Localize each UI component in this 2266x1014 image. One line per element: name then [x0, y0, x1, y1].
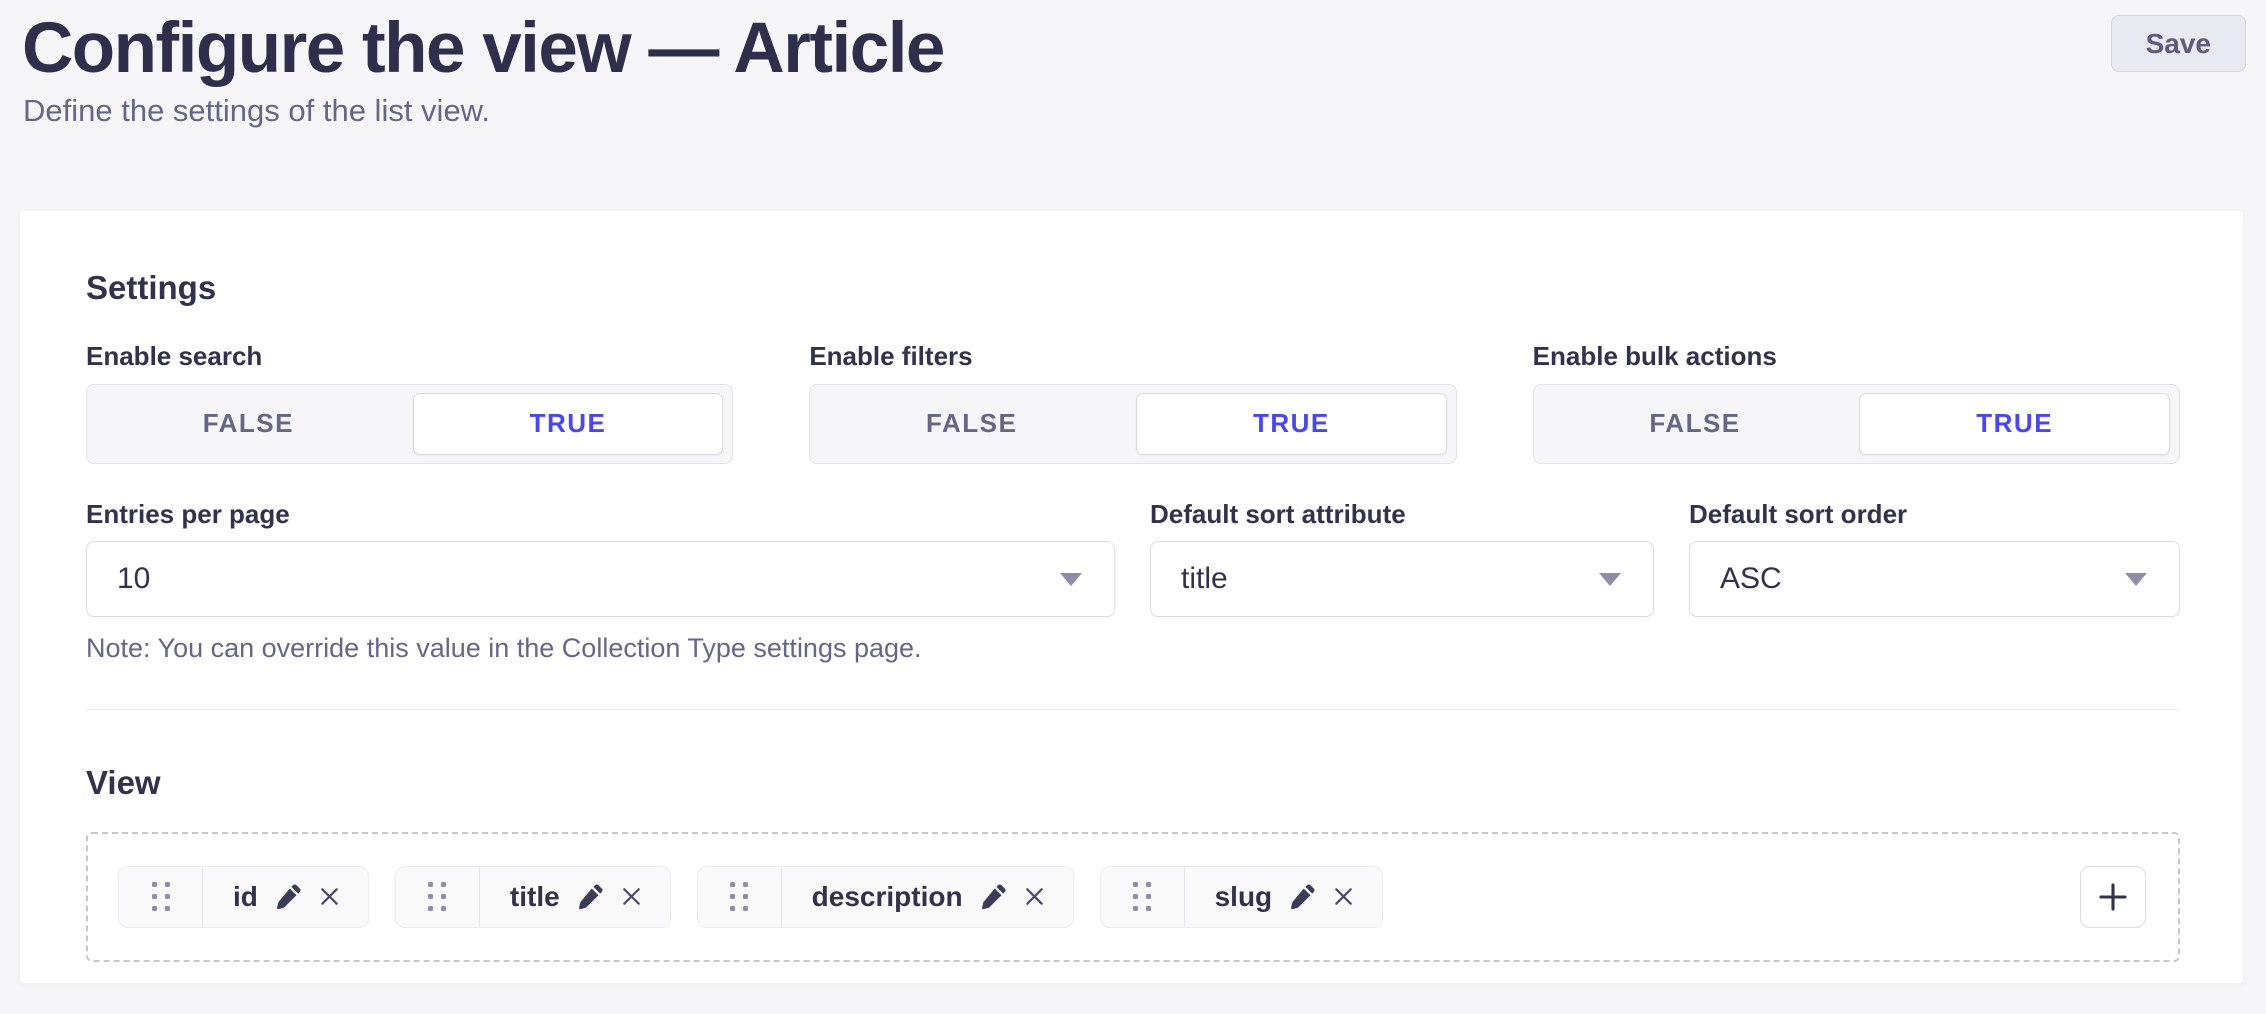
- toggle-field-enable-filters: Enable filters FALSE TRUE: [809, 342, 1456, 464]
- default-sort-attribute-select[interactable]: title: [1150, 541, 1654, 617]
- section-divider: [86, 709, 2180, 710]
- enable-search-label: Enable search: [86, 342, 733, 371]
- caret-down-icon: [1060, 573, 1082, 586]
- entries-per-page-note: Note: You can override this value in the…: [86, 632, 2180, 664]
- enable-filters-label: Enable filters: [809, 342, 1456, 371]
- enable-bulk-actions-toggle: FALSE TRUE: [1533, 384, 2180, 464]
- drag-handle-icon[interactable]: [396, 867, 480, 927]
- close-icon: [318, 885, 341, 908]
- field-chip-label: description: [812, 883, 963, 911]
- enable-bulk-actions-label: Enable bulk actions: [1533, 342, 2180, 371]
- default-sort-attribute-label: Default sort attribute: [1150, 500, 1654, 529]
- select-field-default-sort-attribute: Default sort attribute title: [1150, 500, 1654, 618]
- remove-field-button[interactable]: [620, 885, 643, 908]
- page-subtitle: Define the settings of the list view.: [23, 92, 490, 129]
- field-chip-title[interactable]: title: [395, 866, 671, 928]
- close-icon: [1332, 885, 1355, 908]
- enable-filters-toggle: FALSE TRUE: [809, 384, 1456, 464]
- enable-search-false-option[interactable]: FALSE: [87, 385, 410, 463]
- remove-field-button[interactable]: [1332, 885, 1355, 908]
- drag-handle-icon[interactable]: [119, 867, 203, 927]
- field-chip-label: title: [510, 883, 560, 911]
- settings-heading: Settings: [86, 271, 2180, 304]
- view-fields-drop-zone: id title: [86, 832, 2180, 962]
- add-field-button[interactable]: [2080, 866, 2146, 928]
- configuration-card: Settings Enable search FALSE TRUE Enable…: [20, 211, 2243, 983]
- pencil-icon: [980, 883, 1007, 910]
- toggle-field-enable-search: Enable search FALSE TRUE: [86, 342, 733, 464]
- edit-field-button[interactable]: [275, 883, 302, 910]
- enable-search-toggle: FALSE TRUE: [86, 384, 733, 464]
- pencil-icon: [1289, 883, 1316, 910]
- select-field-default-sort-order: Default sort order ASC: [1689, 500, 2180, 618]
- edit-field-button[interactable]: [1289, 883, 1316, 910]
- edit-field-button[interactable]: [980, 883, 1007, 910]
- page-title: Configure the view — Article: [22, 10, 944, 88]
- entries-per-page-value: 10: [117, 562, 150, 596]
- page-header: Configure the view — Article Define the …: [0, 0, 2266, 211]
- close-icon: [620, 885, 643, 908]
- pencil-icon: [275, 883, 302, 910]
- caret-down-icon: [2125, 573, 2147, 586]
- field-chip-slug[interactable]: slug: [1100, 866, 1384, 928]
- settings-toggles-row: Enable search FALSE TRUE Enable filters …: [86, 342, 2180, 464]
- enable-search-true-option[interactable]: TRUE: [413, 393, 724, 455]
- save-button[interactable]: Save: [2111, 15, 2246, 72]
- field-chip-label: id: [233, 883, 258, 911]
- field-chip-description[interactable]: description: [697, 866, 1074, 928]
- settings-selects-row: Entries per page 10 Default sort attribu…: [86, 500, 2180, 618]
- default-sort-order-value: ASC: [1720, 562, 1782, 596]
- field-chip-id[interactable]: id: [118, 866, 369, 928]
- remove-field-button[interactable]: [1023, 885, 1046, 908]
- drag-handle-icon[interactable]: [698, 867, 782, 927]
- remove-field-button[interactable]: [318, 885, 341, 908]
- default-sort-order-select[interactable]: ASC: [1689, 541, 2180, 617]
- close-icon: [1023, 885, 1046, 908]
- entries-per-page-select[interactable]: 10: [86, 541, 1115, 617]
- entries-per-page-label: Entries per page: [86, 500, 1115, 529]
- default-sort-attribute-value: title: [1181, 562, 1228, 596]
- enable-bulk-actions-false-option[interactable]: FALSE: [1534, 385, 1857, 463]
- default-sort-order-label: Default sort order: [1689, 500, 2180, 529]
- enable-bulk-actions-true-option[interactable]: TRUE: [1859, 393, 2170, 455]
- enable-filters-false-option[interactable]: FALSE: [810, 385, 1133, 463]
- view-heading: View: [86, 766, 2180, 799]
- toggle-field-enable-bulk-actions: Enable bulk actions FALSE TRUE: [1533, 342, 2180, 464]
- enable-filters-true-option[interactable]: TRUE: [1136, 393, 1447, 455]
- edit-field-button[interactable]: [577, 883, 604, 910]
- caret-down-icon: [1599, 573, 1621, 586]
- select-field-entries-per-page: Entries per page 10: [86, 500, 1115, 618]
- plus-icon: [2096, 880, 2130, 914]
- pencil-icon: [577, 883, 604, 910]
- field-chip-list: id title: [118, 866, 1383, 928]
- drag-handle-icon[interactable]: [1101, 867, 1185, 927]
- field-chip-label: slug: [1215, 883, 1273, 911]
